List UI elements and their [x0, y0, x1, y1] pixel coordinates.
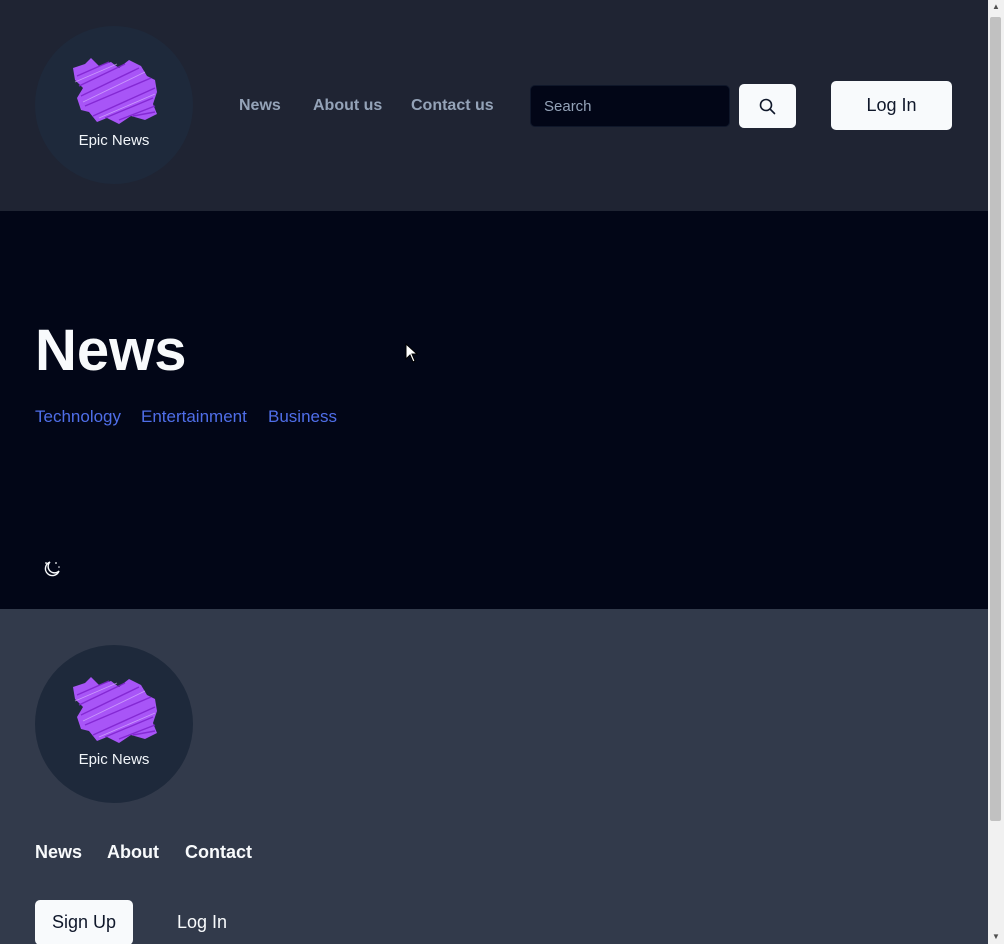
search-icon [759, 98, 776, 115]
nav-news[interactable]: News [239, 97, 281, 115]
footer-link-contact[interactable]: Contact [185, 842, 252, 863]
footer-link-about[interactable]: About [107, 842, 159, 863]
hero-section: News Technology Entertainment Business [0, 211, 988, 609]
moon-icon[interactable] [42, 559, 62, 579]
footer-logo[interactable]: Epic News [35, 645, 193, 803]
logo-map-icon [73, 677, 157, 743]
category-business[interactable]: Business [268, 407, 337, 427]
category-technology[interactable]: Technology [35, 407, 121, 427]
page-title: News [35, 318, 187, 383]
page: Epic News News About us Contact us Log I… [0, 0, 988, 944]
search-button[interactable] [739, 84, 796, 128]
header-logo[interactable]: Epic News [35, 26, 193, 184]
logo-text: Epic News [78, 132, 150, 149]
login-button[interactable]: Log In [831, 81, 952, 130]
footer-link-news[interactable]: News [35, 842, 82, 863]
mouse-cursor-icon [405, 343, 419, 363]
scroll-up-arrow-icon[interactable]: ▲ [988, 0, 1004, 14]
site-footer: Epic News News About Contact Sign Up Log… [0, 609, 988, 944]
vertical-scrollbar[interactable]: ▲ ▼ [988, 0, 1004, 944]
site-header: Epic News News About us Contact us Log I… [0, 0, 988, 211]
signup-button[interactable]: Sign Up [35, 900, 133, 944]
logo-map-icon [73, 58, 157, 124]
nav-contact-us[interactable]: Contact us [411, 97, 494, 115]
nav-about-us[interactable]: About us [313, 97, 382, 115]
logo-text: Epic News [78, 751, 150, 768]
scroll-thumb[interactable] [990, 17, 1001, 821]
footer-login-link[interactable]: Log In [177, 912, 227, 933]
search-input[interactable] [530, 85, 730, 127]
category-entertainment[interactable]: Entertainment [141, 407, 247, 427]
scroll-down-arrow-icon[interactable]: ▼ [988, 930, 1004, 944]
